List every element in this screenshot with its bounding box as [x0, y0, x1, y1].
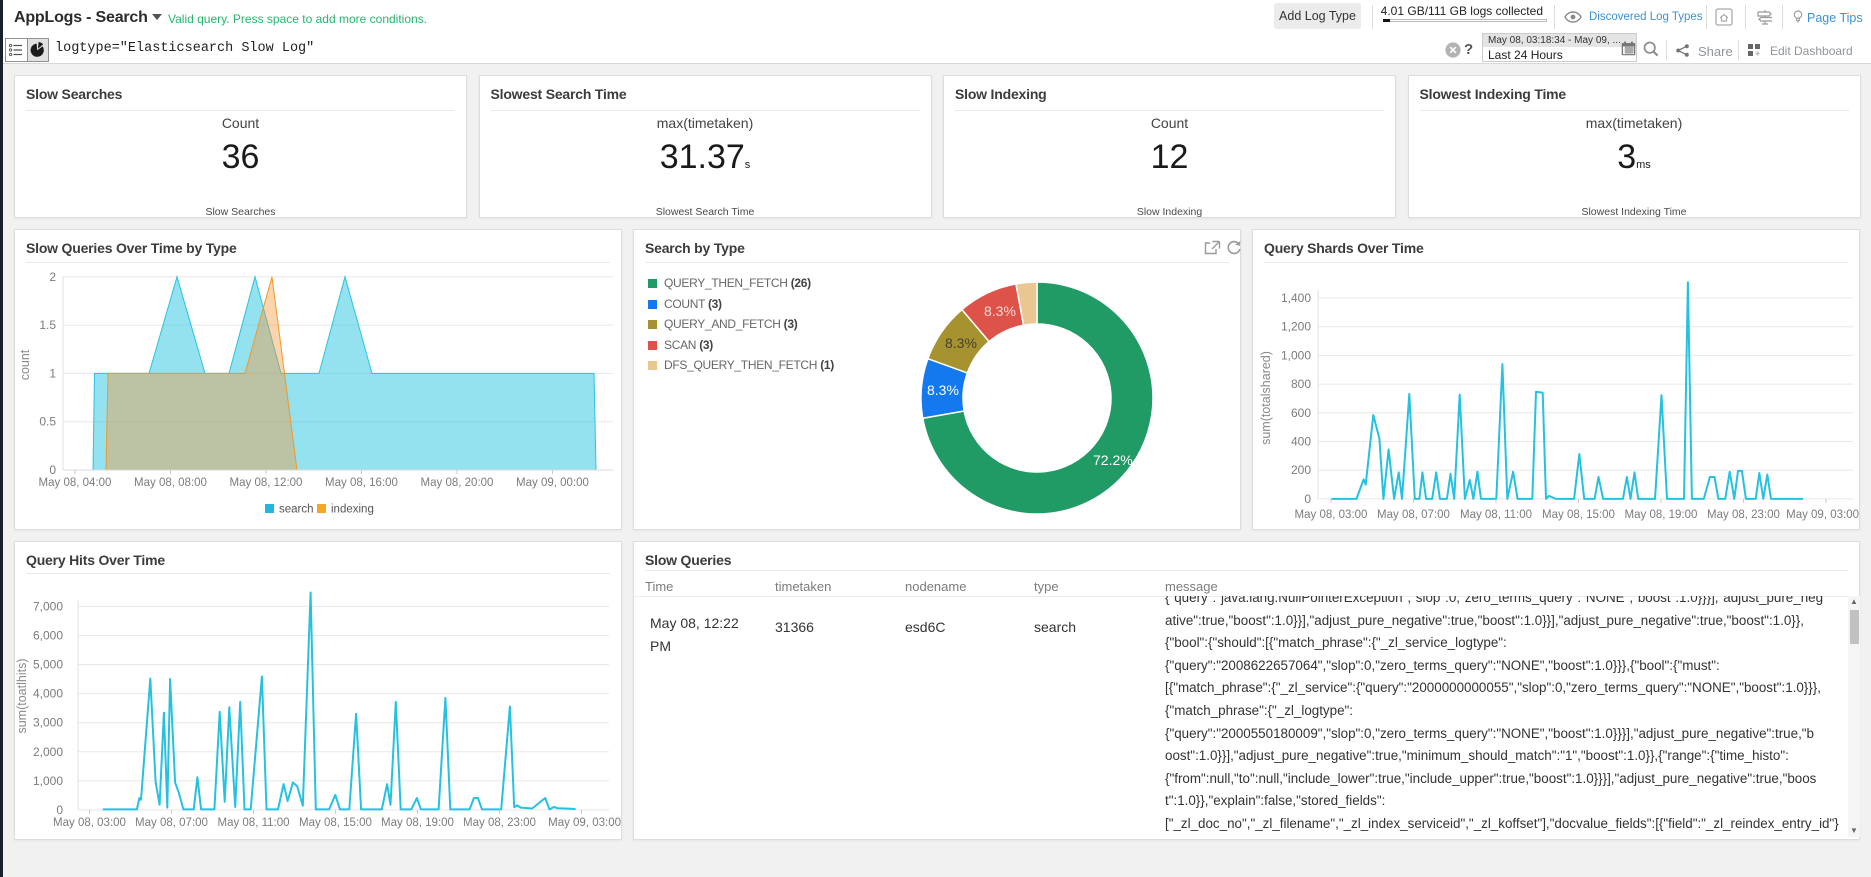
svg-text:2,000: 2,000	[33, 745, 63, 759]
svg-text:May 09, 00:00: May 09, 00:00	[516, 477, 589, 489]
svg-text:search: search	[279, 504, 314, 516]
svg-text:May 08, 16:00: May 08, 16:00	[325, 477, 398, 489]
svg-text:May 09, 03:00: May 09, 03:00	[1786, 509, 1859, 521]
svg-text:5,000: 5,000	[33, 658, 63, 672]
svg-text:May 08, 23:00: May 08, 23:00	[1707, 509, 1780, 521]
svg-text:8.3%: 8.3%	[984, 303, 1016, 319]
svg-text:6,000: 6,000	[33, 629, 63, 643]
svg-text:indexing: indexing	[331, 504, 374, 516]
svg-text:May 08, 07:00: May 08, 07:00	[135, 817, 208, 829]
svg-text:May 08, 12:00: May 08, 12:00	[230, 477, 303, 489]
svg-text:0: 0	[56, 803, 63, 817]
svg-text:1,000: 1,000	[33, 774, 63, 788]
svg-text:May 08, 19:00: May 08, 19:00	[381, 817, 454, 829]
svg-text:May 08, 23:00: May 08, 23:00	[463, 817, 536, 829]
svg-text:1.5: 1.5	[39, 318, 56, 332]
svg-text:sum(totalshared): sum(totalshared)	[1259, 351, 1273, 445]
svg-text:May 08, 15:00: May 08, 15:00	[299, 817, 372, 829]
svg-text:count: count	[18, 349, 32, 380]
svg-text:sum(toatlhits): sum(toatlhits)	[15, 658, 29, 733]
svg-text:May 08, 15:00: May 08, 15:00	[1542, 509, 1615, 521]
svg-text:3,000: 3,000	[33, 716, 63, 730]
svg-text:May 08, 07:00: May 08, 07:00	[1377, 509, 1450, 521]
svg-text:8.3%: 8.3%	[945, 335, 977, 351]
svg-text:200: 200	[1291, 463, 1311, 477]
svg-text:May 09, 03:00: May 09, 03:00	[548, 817, 621, 829]
svg-text:800: 800	[1291, 377, 1311, 391]
svg-text:0: 0	[49, 463, 56, 477]
svg-text:May 08, 03:00: May 08, 03:00	[53, 817, 126, 829]
svg-text:7,000: 7,000	[33, 599, 63, 613]
svg-text:May 08, 19:00: May 08, 19:00	[1625, 509, 1698, 521]
svg-text:2: 2	[49, 270, 56, 284]
svg-text:May 08, 08:00: May 08, 08:00	[134, 477, 207, 489]
svg-text:1,200: 1,200	[1281, 320, 1311, 334]
svg-text:1,000: 1,000	[1281, 348, 1311, 362]
svg-text:1: 1	[49, 366, 56, 380]
svg-text:May 08, 11:00: May 08, 11:00	[217, 817, 289, 829]
svg-text:May 08, 20:00: May 08, 20:00	[421, 477, 494, 489]
svg-text:72.2%: 72.2%	[1093, 452, 1133, 468]
svg-text:400: 400	[1291, 435, 1311, 449]
svg-text:May 08, 04:00: May 08, 04:00	[39, 477, 112, 489]
svg-text:1,400: 1,400	[1281, 291, 1311, 305]
svg-text:May 08, 11:00: May 08, 11:00	[1460, 509, 1532, 521]
svg-text:May 08, 03:00: May 08, 03:00	[1295, 509, 1368, 521]
svg-text:0: 0	[1304, 492, 1311, 506]
svg-text:0.5: 0.5	[39, 415, 56, 429]
svg-text:600: 600	[1291, 406, 1311, 420]
svg-text:4,000: 4,000	[33, 687, 63, 701]
svg-text:8.3%: 8.3%	[927, 382, 959, 398]
